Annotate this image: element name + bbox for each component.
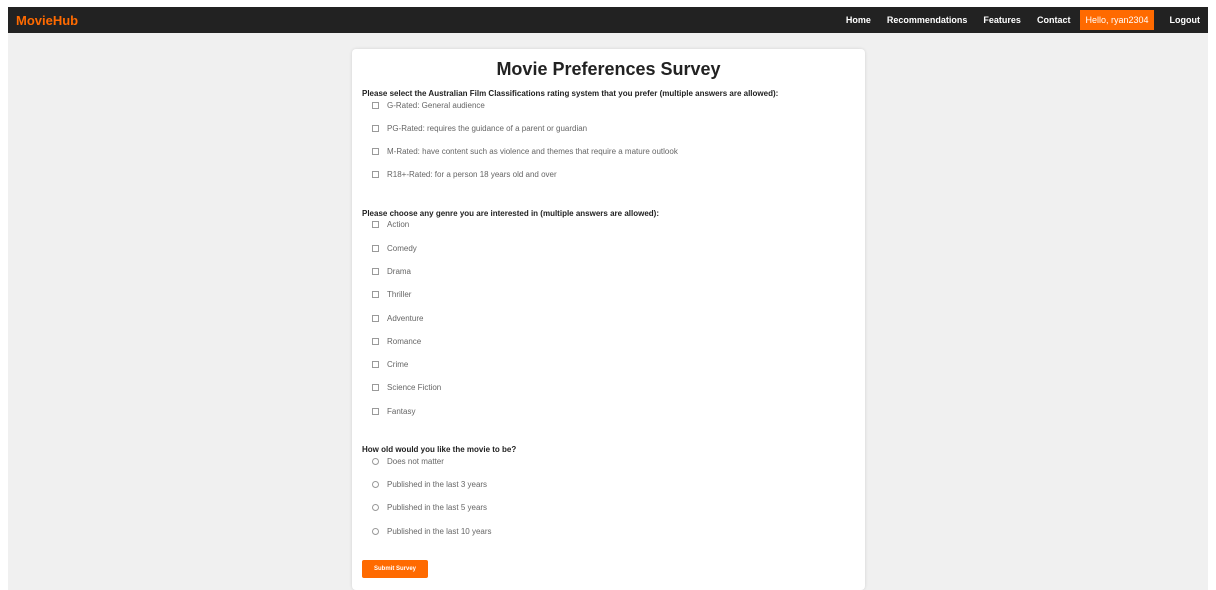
brand-logo[interactable]: MovieHub	[16, 13, 78, 28]
nav-features-link[interactable]: Features	[983, 15, 1021, 25]
genre-option[interactable]: Romance	[372, 334, 855, 348]
checkbox[interactable]	[372, 101, 379, 109]
checkbox[interactable]	[372, 171, 379, 179]
nav-recommendations-link[interactable]: Recommendations	[887, 15, 968, 25]
genre-option[interactable]: Fantasy	[372, 404, 855, 418]
rating-option[interactable]: PG-Rated: requires the guidance of a par…	[372, 121, 855, 135]
radio-button[interactable]	[372, 457, 379, 465]
genre-option[interactable]: Comedy	[372, 241, 855, 255]
page: MovieHub Home Recommendations Features C…	[8, 7, 1208, 590]
radio-button[interactable]	[372, 527, 379, 535]
option-label: Action	[387, 220, 410, 230]
checkbox[interactable]	[372, 384, 379, 392]
checkbox[interactable]	[372, 148, 379, 156]
option-label: Published in the last 3 years	[387, 480, 488, 490]
submit-survey-button[interactable]: Submit Survey	[362, 560, 428, 578]
checkbox[interactable]	[372, 244, 379, 252]
checkbox[interactable]	[372, 407, 379, 415]
age-option[interactable]: Published in the last 3 years	[372, 478, 855, 492]
age-option[interactable]: Does not matter	[372, 454, 855, 468]
genre-option[interactable]: Adventure	[372, 311, 855, 325]
genre-option[interactable]: Science Fiction	[372, 381, 855, 395]
option-label: Fantasy	[387, 406, 416, 416]
navbar: MovieHub Home Recommendations Features C…	[8, 7, 1208, 33]
checkbox[interactable]	[372, 361, 379, 369]
radio-button[interactable]	[372, 504, 379, 512]
checkbox[interactable]	[372, 124, 379, 132]
rating-option[interactable]: R18+-Rated: for a person 18 years old an…	[372, 168, 855, 182]
checkbox[interactable]	[372, 267, 379, 275]
rating-group: Please select the Australian Film Classi…	[362, 89, 855, 182]
option-label: G-Rated: General audience	[387, 100, 485, 110]
survey-card: Movie Preferences Survey Please select t…	[352, 49, 865, 590]
genre-options: Action Comedy Drama Thriller Adventure R…	[362, 218, 855, 418]
option-label: Does not matter	[387, 456, 444, 466]
option-label: Thriller	[387, 290, 412, 300]
option-label: Adventure	[387, 313, 424, 323]
option-label: PG-Rated: requires the guidance of a par…	[387, 123, 588, 133]
checkbox[interactable]	[372, 291, 379, 299]
genre-option[interactable]: Crime	[372, 358, 855, 372]
checkbox[interactable]	[372, 221, 379, 229]
option-label: Published in the last 10 years	[387, 526, 492, 536]
rating-option[interactable]: M-Rated: have content such as violence a…	[372, 145, 855, 159]
option-label: Romance	[387, 336, 422, 346]
nav-contact-link[interactable]: Contact	[1037, 15, 1071, 25]
age-question: How old would you like the movie to be?	[362, 445, 517, 455]
checkbox[interactable]	[372, 314, 379, 322]
genre-option[interactable]: Action	[372, 218, 855, 232]
user-greeting-button[interactable]: Hello, ryan2304	[1080, 10, 1154, 30]
genre-group: Please choose any genre you are interest…	[362, 209, 855, 418]
rating-option[interactable]: G-Rated: General audience	[372, 98, 855, 112]
rating-question: Please select the Australian Film Classi…	[362, 89, 779, 98]
option-label: Comedy	[387, 243, 417, 253]
age-option[interactable]: Published in the last 5 years	[372, 501, 855, 515]
option-label: R18+-Rated: for a person 18 years old an…	[387, 170, 557, 180]
option-label: M-Rated: have content such as violence a…	[387, 147, 678, 157]
option-label: Science Fiction	[387, 383, 442, 393]
option-label: Drama	[387, 266, 412, 276]
logout-link[interactable]: Logout	[1170, 15, 1201, 25]
age-group: How old would you like the movie to be? …	[362, 445, 855, 538]
genre-option[interactable]: Drama	[372, 264, 855, 278]
genre-option[interactable]: Thriller	[372, 288, 855, 302]
checkbox[interactable]	[372, 337, 379, 345]
age-options: Does not matter Published in the last 3 …	[362, 454, 855, 538]
option-label: Published in the last 5 years	[387, 503, 488, 513]
age-option[interactable]: Published in the last 10 years	[372, 524, 855, 538]
genre-question: Please choose any genre you are interest…	[362, 208, 659, 218]
survey-title: Movie Preferences Survey	[496, 59, 721, 79]
nav-home-link[interactable]: Home	[846, 15, 871, 25]
option-label: Crime	[387, 360, 409, 370]
radio-button[interactable]	[372, 481, 379, 489]
nav-links: Home Recommendations Features Contact He…	[830, 7, 1200, 33]
rating-options: G-Rated: General audience PG-Rated: requ…	[362, 98, 855, 182]
